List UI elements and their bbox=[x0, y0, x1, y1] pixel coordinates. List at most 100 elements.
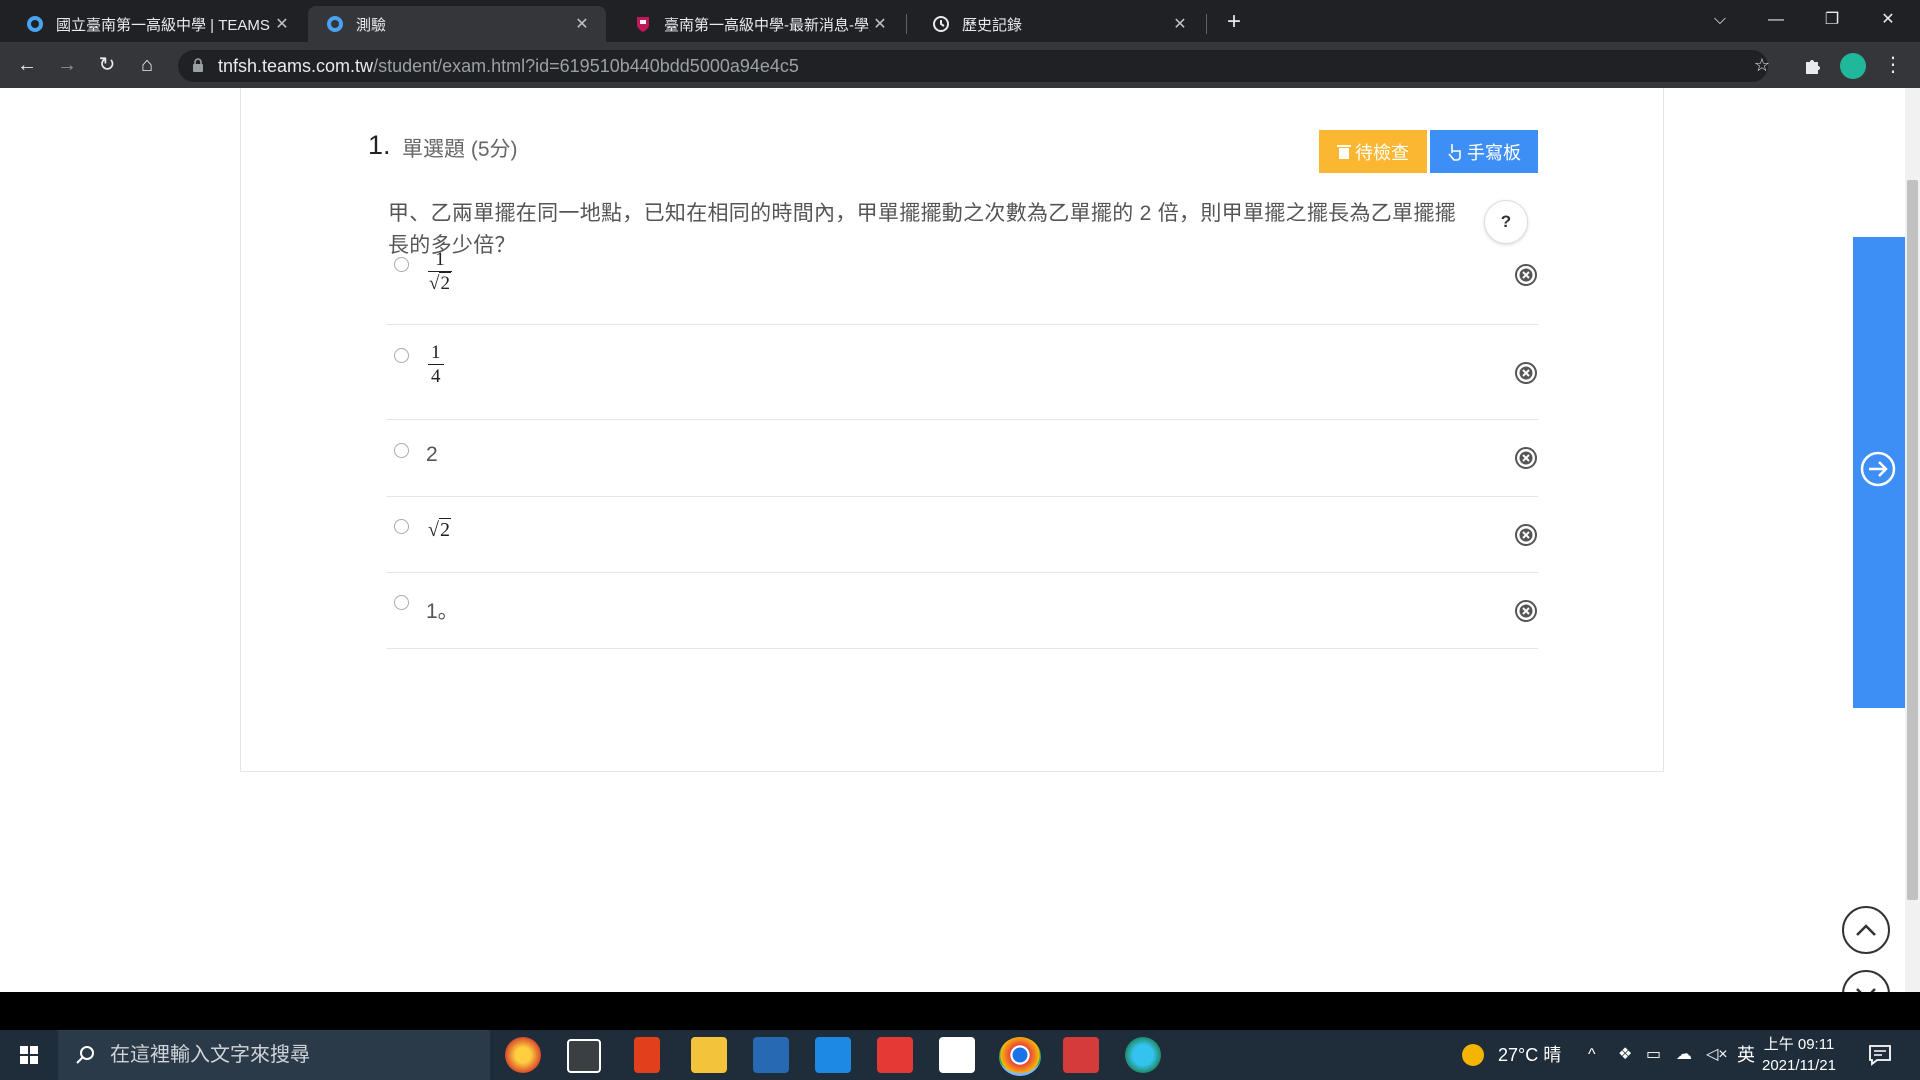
tab-exam[interactable]: 測驗 ✕ bbox=[308, 6, 606, 42]
scrollbar-thumb[interactable] bbox=[1907, 180, 1918, 900]
next-arrow-icon[interactable] bbox=[1859, 450, 1897, 488]
tab-title: 國立臺南第一高級中學 | TEAMS bbox=[56, 16, 270, 34]
weather-sun-icon[interactable] bbox=[1462, 1044, 1484, 1066]
windows-taskbar: 在這裡輸入文字來搜尋 27°C 晴 ^ ❖ ▭ ☁ ◁× 英 上午 09:11 … bbox=[0, 1030, 1920, 1080]
lock-icon[interactable] bbox=[192, 58, 204, 72]
volume-muted-icon[interactable]: ◁× bbox=[1706, 1030, 1728, 1080]
app-vlc-icon[interactable] bbox=[505, 1037, 541, 1073]
eliminate-option-icon[interactable] bbox=[1514, 263, 1538, 287]
edge-icon[interactable] bbox=[1125, 1037, 1161, 1073]
option-sqrt: √2 bbox=[428, 518, 451, 541]
option-radio[interactable] bbox=[394, 519, 409, 534]
weather-text[interactable]: 27°C 晴 bbox=[1498, 1030, 1561, 1080]
radicand: 2 bbox=[438, 518, 451, 541]
question-number: 1. bbox=[368, 130, 391, 160]
option-text: 2 bbox=[426, 443, 438, 466]
scroll-up-button[interactable] bbox=[1842, 906, 1890, 954]
close-icon[interactable]: ✕ bbox=[572, 14, 592, 34]
review-later-button[interactable]: 待檢查 bbox=[1319, 130, 1427, 173]
close-icon[interactable]: ✕ bbox=[272, 14, 292, 34]
new-tab-button[interactable]: + bbox=[1220, 8, 1248, 36]
dev-app-icon[interactable] bbox=[753, 1037, 789, 1073]
url-path: /student/exam.html?id=619510b440bdd5000a… bbox=[373, 56, 799, 76]
option-radio[interactable] bbox=[394, 348, 409, 363]
chrome-menu-icon[interactable]: ⋮ bbox=[1878, 50, 1908, 80]
history-icon bbox=[933, 16, 949, 32]
chevron-up-icon bbox=[1856, 924, 1876, 936]
tab-search-chevron-icon[interactable]: ⌵ bbox=[1692, 0, 1748, 42]
eliminate-option-icon[interactable] bbox=[1514, 446, 1538, 470]
tab-title: 測驗 bbox=[356, 16, 387, 34]
clock-time: 上午 09:11 bbox=[1763, 1036, 1835, 1053]
tab-title: 歷史記錄 bbox=[962, 16, 1023, 34]
office-icon[interactable] bbox=[634, 1037, 660, 1073]
fraction-numerator: 1 bbox=[431, 342, 441, 363]
question-type-label: 單選題 (5分) bbox=[402, 138, 518, 161]
fraction-denominator: 4 bbox=[431, 366, 441, 387]
hand-pointer-icon bbox=[1448, 143, 1461, 161]
tray-expand-icon[interactable]: ^ bbox=[1588, 1030, 1596, 1080]
notification-icon[interactable] bbox=[1868, 1043, 1892, 1067]
taskbar-clock[interactable]: 上午 09:11 2021/11/21 bbox=[1762, 1034, 1836, 1076]
tab-school-news[interactable]: 臺南第一高級中學-最新消息-學生 ✕ bbox=[608, 6, 904, 42]
reload-icon[interactable]: ↻ bbox=[92, 50, 122, 80]
option-radio[interactable] bbox=[394, 595, 409, 610]
teams-favicon-icon bbox=[27, 16, 43, 32]
file-explorer-icon[interactable] bbox=[691, 1037, 727, 1073]
microsoft-store-icon[interactable] bbox=[567, 1039, 601, 1073]
home-icon[interactable]: ⌂ bbox=[132, 50, 162, 80]
option-radio[interactable] bbox=[394, 443, 409, 458]
option-2[interactable]: 1 4 bbox=[386, 325, 1538, 420]
option-5[interactable]: 1。 bbox=[386, 573, 1538, 649]
trash-icon bbox=[1337, 144, 1351, 159]
minimize-button[interactable]: — bbox=[1748, 0, 1804, 42]
google-icon[interactable] bbox=[939, 1037, 975, 1073]
handwriting-pad-label: 手寫板 bbox=[1467, 142, 1521, 163]
option-3[interactable]: 2 bbox=[386, 420, 1538, 497]
fraction-denominator: √2 bbox=[429, 272, 451, 294]
close-icon[interactable]: ✕ bbox=[870, 14, 890, 34]
extensions-puzzle-icon[interactable] bbox=[1803, 56, 1823, 76]
onedrive-icon[interactable]: ☁ bbox=[1676, 1030, 1692, 1080]
window-close-button[interactable]: ✕ bbox=[1860, 0, 1916, 42]
review-later-label: 待檢查 bbox=[1355, 142, 1409, 163]
mail-icon[interactable] bbox=[815, 1037, 851, 1073]
ime-indicator[interactable]: 英 bbox=[1737, 1030, 1755, 1080]
tab-title: 臺南第一高級中學-最新消息-學生 bbox=[664, 16, 870, 34]
tab-separator bbox=[1206, 14, 1207, 34]
option-text: 1。 bbox=[426, 600, 459, 623]
red-app-icon[interactable] bbox=[1063, 1037, 1099, 1073]
eliminate-option-icon[interactable] bbox=[1514, 599, 1538, 623]
windows-start-icon[interactable] bbox=[0, 1030, 58, 1080]
option-4[interactable]: √2 bbox=[386, 497, 1538, 573]
back-arrow-icon[interactable]: ← bbox=[12, 50, 42, 80]
radicand: 2 bbox=[439, 272, 451, 294]
chrome-app-icon[interactable] bbox=[999, 1037, 1041, 1076]
handwriting-pad-button[interactable]: 手寫板 bbox=[1430, 130, 1538, 173]
dropbox-icon[interactable]: ❖ bbox=[1618, 1030, 1632, 1080]
forward-arrow-icon[interactable]: → bbox=[52, 50, 82, 80]
teams-favicon-icon bbox=[327, 16, 343, 32]
restore-button[interactable]: ❐ bbox=[1804, 0, 1860, 42]
exam-page: 1. 單選題 (5分) 待檢查 手寫板 甲、乙兩單擺在同一地點，已知在相同的時間… bbox=[0, 88, 1920, 992]
gift-app-icon[interactable] bbox=[877, 1037, 913, 1073]
eliminate-option-icon[interactable] bbox=[1514, 361, 1538, 385]
tab-history[interactable]: 歷史記錄 ✕ bbox=[906, 6, 1204, 42]
search-icon bbox=[76, 1046, 94, 1064]
battery-icon[interactable]: ▭ bbox=[1646, 1030, 1661, 1080]
fraction-numerator: 1 bbox=[435, 249, 445, 270]
option-radio[interactable] bbox=[394, 257, 409, 272]
browser-tab-strip: 國立臺南第一高級中學 | TEAMS ✕ 測驗 ✕ 臺南第一高級中學-最新消息-… bbox=[0, 0, 1920, 42]
url-host: tnfsh.teams.com.tw bbox=[218, 56, 374, 76]
bookmark-star-icon[interactable]: ☆ bbox=[1747, 50, 1777, 80]
url-text[interactable]: tnfsh.teams.com.tw/student/exam.html?id=… bbox=[218, 50, 799, 82]
tab-teams[interactable]: 國立臺南第一高級中學 | TEAMS ✕ bbox=[0, 6, 306, 42]
eliminate-option-icon[interactable] bbox=[1514, 523, 1538, 547]
option-fraction: 1 4 bbox=[428, 342, 444, 389]
clock-date: 2021/11/21 bbox=[1762, 1057, 1836, 1074]
search-placeholder: 在這裡輸入文字來搜尋 bbox=[110, 1044, 310, 1066]
profile-avatar[interactable] bbox=[1840, 53, 1866, 79]
option-1[interactable]: 1 √2 bbox=[386, 226, 1538, 325]
page-bottom-bar bbox=[0, 992, 1920, 1030]
close-icon[interactable]: ✕ bbox=[1170, 14, 1190, 34]
